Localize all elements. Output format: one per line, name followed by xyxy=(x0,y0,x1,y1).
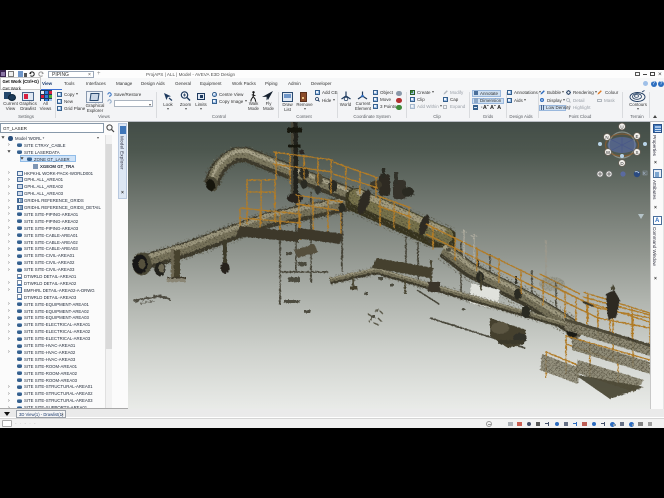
svg-text:E: E xyxy=(635,134,638,139)
svg-text:S: S xyxy=(635,150,638,155)
svg-text:U: U xyxy=(620,124,623,129)
svg-text:N: N xyxy=(605,135,608,140)
